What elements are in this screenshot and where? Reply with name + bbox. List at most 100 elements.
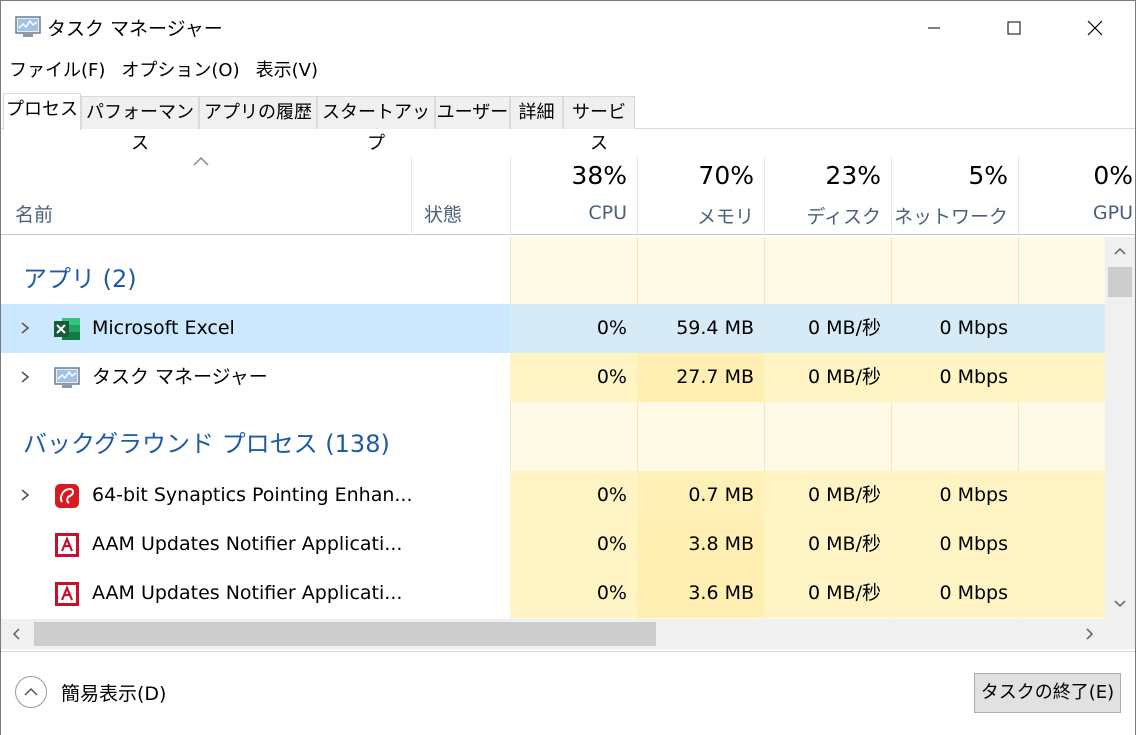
title-bar[interactable]: タスク マネージャー	[1, 1, 1135, 55]
network-label: ネットワーク	[893, 206, 1008, 228]
tab-strip: プロセス パフォーマンス アプリの履歴 スタートアップ ユーザー 詳細 サービス	[1, 93, 1135, 154]
cpu-cell: 0%	[510, 304, 637, 353]
synaptics-icon	[55, 484, 79, 508]
group-header-apps[interactable]: アプリ (2)	[1, 237, 1105, 303]
table-row[interactable]: タスク マネージャー 0% 27.7 MB 0 MB/秒 0 Mbps	[1, 353, 1105, 402]
group-header-background[interactable]: バックグラウンド プロセス (138)	[1, 402, 1105, 470]
cpu-total: 38%	[571, 161, 627, 190]
menu-view[interactable]: 表示(V)	[248, 57, 326, 87]
disk-total: 23%	[825, 161, 881, 190]
maximize-button[interactable]	[974, 1, 1054, 55]
scroll-up-icon[interactable]	[1113, 246, 1127, 256]
fewer-details-button[interactable]: 簡易表示(D)	[15, 676, 166, 708]
column-gpu[interactable]: 0% GPU	[1018, 157, 1135, 235]
horizontal-scroll-thumb[interactable]	[34, 622, 656, 646]
disk-cell: 0 MB/秒	[764, 304, 891, 353]
column-network[interactable]: 5% ネットワーク	[891, 157, 1018, 235]
network-cell: 0 Mbps	[891, 471, 1018, 520]
adobe-icon	[55, 533, 79, 557]
group-title-apps: アプリ (2)	[23, 265, 137, 293]
expand-chevron-icon[interactable]	[19, 369, 31, 385]
scroll-right-icon[interactable]	[1085, 627, 1095, 641]
memory-cell: 3.8 MB	[637, 520, 764, 569]
network-cell: 0 Mbps	[891, 520, 1018, 569]
memory-cell: 59.4 MB	[637, 304, 764, 353]
task-manager-app-icon	[15, 16, 41, 37]
tab-users[interactable]: ユーザー	[435, 96, 510, 129]
memory-label: メモリ	[696, 206, 754, 228]
table-row[interactable]: AAM Updates Notifier Applicati... 0% 3.8…	[1, 520, 1105, 569]
tab-services[interactable]: サービス	[563, 96, 635, 154]
table-row[interactable]: 64-bit Synaptics Pointing Enhan... 0% 0.…	[1, 471, 1105, 520]
column-name[interactable]: 名前	[15, 200, 53, 227]
menu-bar: ファイル(F) オプション(O) 表示(V)	[1, 57, 326, 87]
memory-cell: 27.7 MB	[637, 353, 764, 402]
memory-cell: 3.6 MB	[637, 569, 764, 618]
process-name: AAM Updates Notifier Applicati...	[92, 533, 403, 555]
disk-cell: 0 MB/秒	[764, 353, 891, 402]
tab-processes[interactable]: プロセス	[3, 93, 81, 130]
minimize-button[interactable]	[894, 1, 974, 55]
gpu-cell	[1018, 353, 1105, 402]
column-header-row: 名前 状態 38% CPU 70% メモリ 23% ディスク 5% ネットワーク…	[1, 129, 1135, 235]
column-cpu[interactable]: 38% CPU	[510, 157, 637, 235]
tab-performance[interactable]: パフォーマンス	[81, 96, 199, 154]
menu-options[interactable]: オプション(O)	[113, 57, 247, 87]
disk-cell: 0 MB/秒	[764, 520, 891, 569]
scroll-left-icon[interactable]	[11, 627, 21, 641]
collapse-chevron-icon	[15, 676, 47, 708]
adobe-icon	[55, 582, 79, 606]
menu-file[interactable]: ファイル(F)	[1, 57, 113, 87]
tab-startup[interactable]: スタートアップ	[317, 96, 435, 154]
table-row[interactable]: AAM Updates Notifier Applicati... 0% 3.6…	[1, 569, 1105, 618]
group-title-background: バックグラウンド プロセス (138)	[23, 430, 390, 458]
network-total: 5%	[968, 161, 1008, 190]
window-title: タスク マネージャー	[47, 18, 223, 40]
gpu-cell	[1018, 520, 1105, 569]
process-name: 64-bit Synaptics Pointing Enhan...	[92, 484, 413, 506]
memory-total: 70%	[698, 161, 754, 190]
minimize-icon	[928, 27, 940, 29]
fewer-details-label: 簡易表示(D)	[61, 682, 167, 705]
cpu-cell: 0%	[510, 353, 637, 402]
task-manager-window: タスク マネージャー ファイル(F) オプション(O) 表示(V) プロセス パ…	[0, 0, 1136, 735]
sort-caret-icon	[193, 156, 209, 166]
disk-cell: 0 MB/秒	[764, 569, 891, 618]
scrollbar-corner	[1105, 619, 1135, 649]
table-row[interactable]: Microsoft Excel 0% 59.4 MB 0 MB/秒 0 Mbps	[1, 304, 1105, 353]
close-button[interactable]	[1055, 1, 1135, 55]
gpu-cell	[1018, 471, 1105, 520]
maximize-icon	[1007, 21, 1021, 35]
process-list: アプリ (2) Microsoft Excel 0% 59.4 MB 0 MB/…	[1, 237, 1105, 619]
horizontal-scrollbar[interactable]	[1, 619, 1105, 649]
cpu-cell: 0%	[510, 569, 637, 618]
process-name: Microsoft Excel	[92, 317, 235, 339]
process-name: タスク マネージャー	[92, 366, 268, 388]
memory-cell: 0.7 MB	[637, 471, 764, 520]
column-status[interactable]: 状態	[424, 200, 462, 227]
expand-chevron-icon[interactable]	[19, 487, 31, 503]
network-cell: 0 Mbps	[891, 353, 1018, 402]
close-icon	[1087, 20, 1103, 36]
vertical-scrollbar[interactable]	[1105, 237, 1135, 619]
gpu-cell	[1018, 304, 1105, 353]
column-disk[interactable]: 23% ディスク	[764, 157, 891, 235]
column-memory[interactable]: 70% メモリ	[637, 157, 764, 235]
footer-bar: 簡易表示(D) タスクの終了(E)	[1, 651, 1135, 735]
cpu-cell: 0%	[510, 471, 637, 520]
task-manager-icon	[54, 367, 80, 388]
gpu-label: GPU	[1092, 202, 1133, 224]
end-task-button[interactable]: タスクの終了(E)	[974, 673, 1121, 713]
disk-label: ディスク	[806, 206, 881, 228]
cpu-label: CPU	[588, 202, 627, 224]
network-cell: 0 Mbps	[891, 304, 1018, 353]
tab-details[interactable]: 詳細	[510, 96, 563, 129]
excel-icon	[54, 318, 80, 340]
expand-chevron-icon[interactable]	[19, 320, 31, 336]
cpu-cell: 0%	[510, 520, 637, 569]
vertical-scroll-thumb[interactable]	[1108, 267, 1132, 297]
gpu-cell	[1018, 569, 1105, 618]
scroll-down-icon[interactable]	[1113, 599, 1127, 609]
tab-app-history[interactable]: アプリの履歴	[199, 96, 317, 129]
process-name: AAM Updates Notifier Applicati...	[92, 582, 403, 604]
